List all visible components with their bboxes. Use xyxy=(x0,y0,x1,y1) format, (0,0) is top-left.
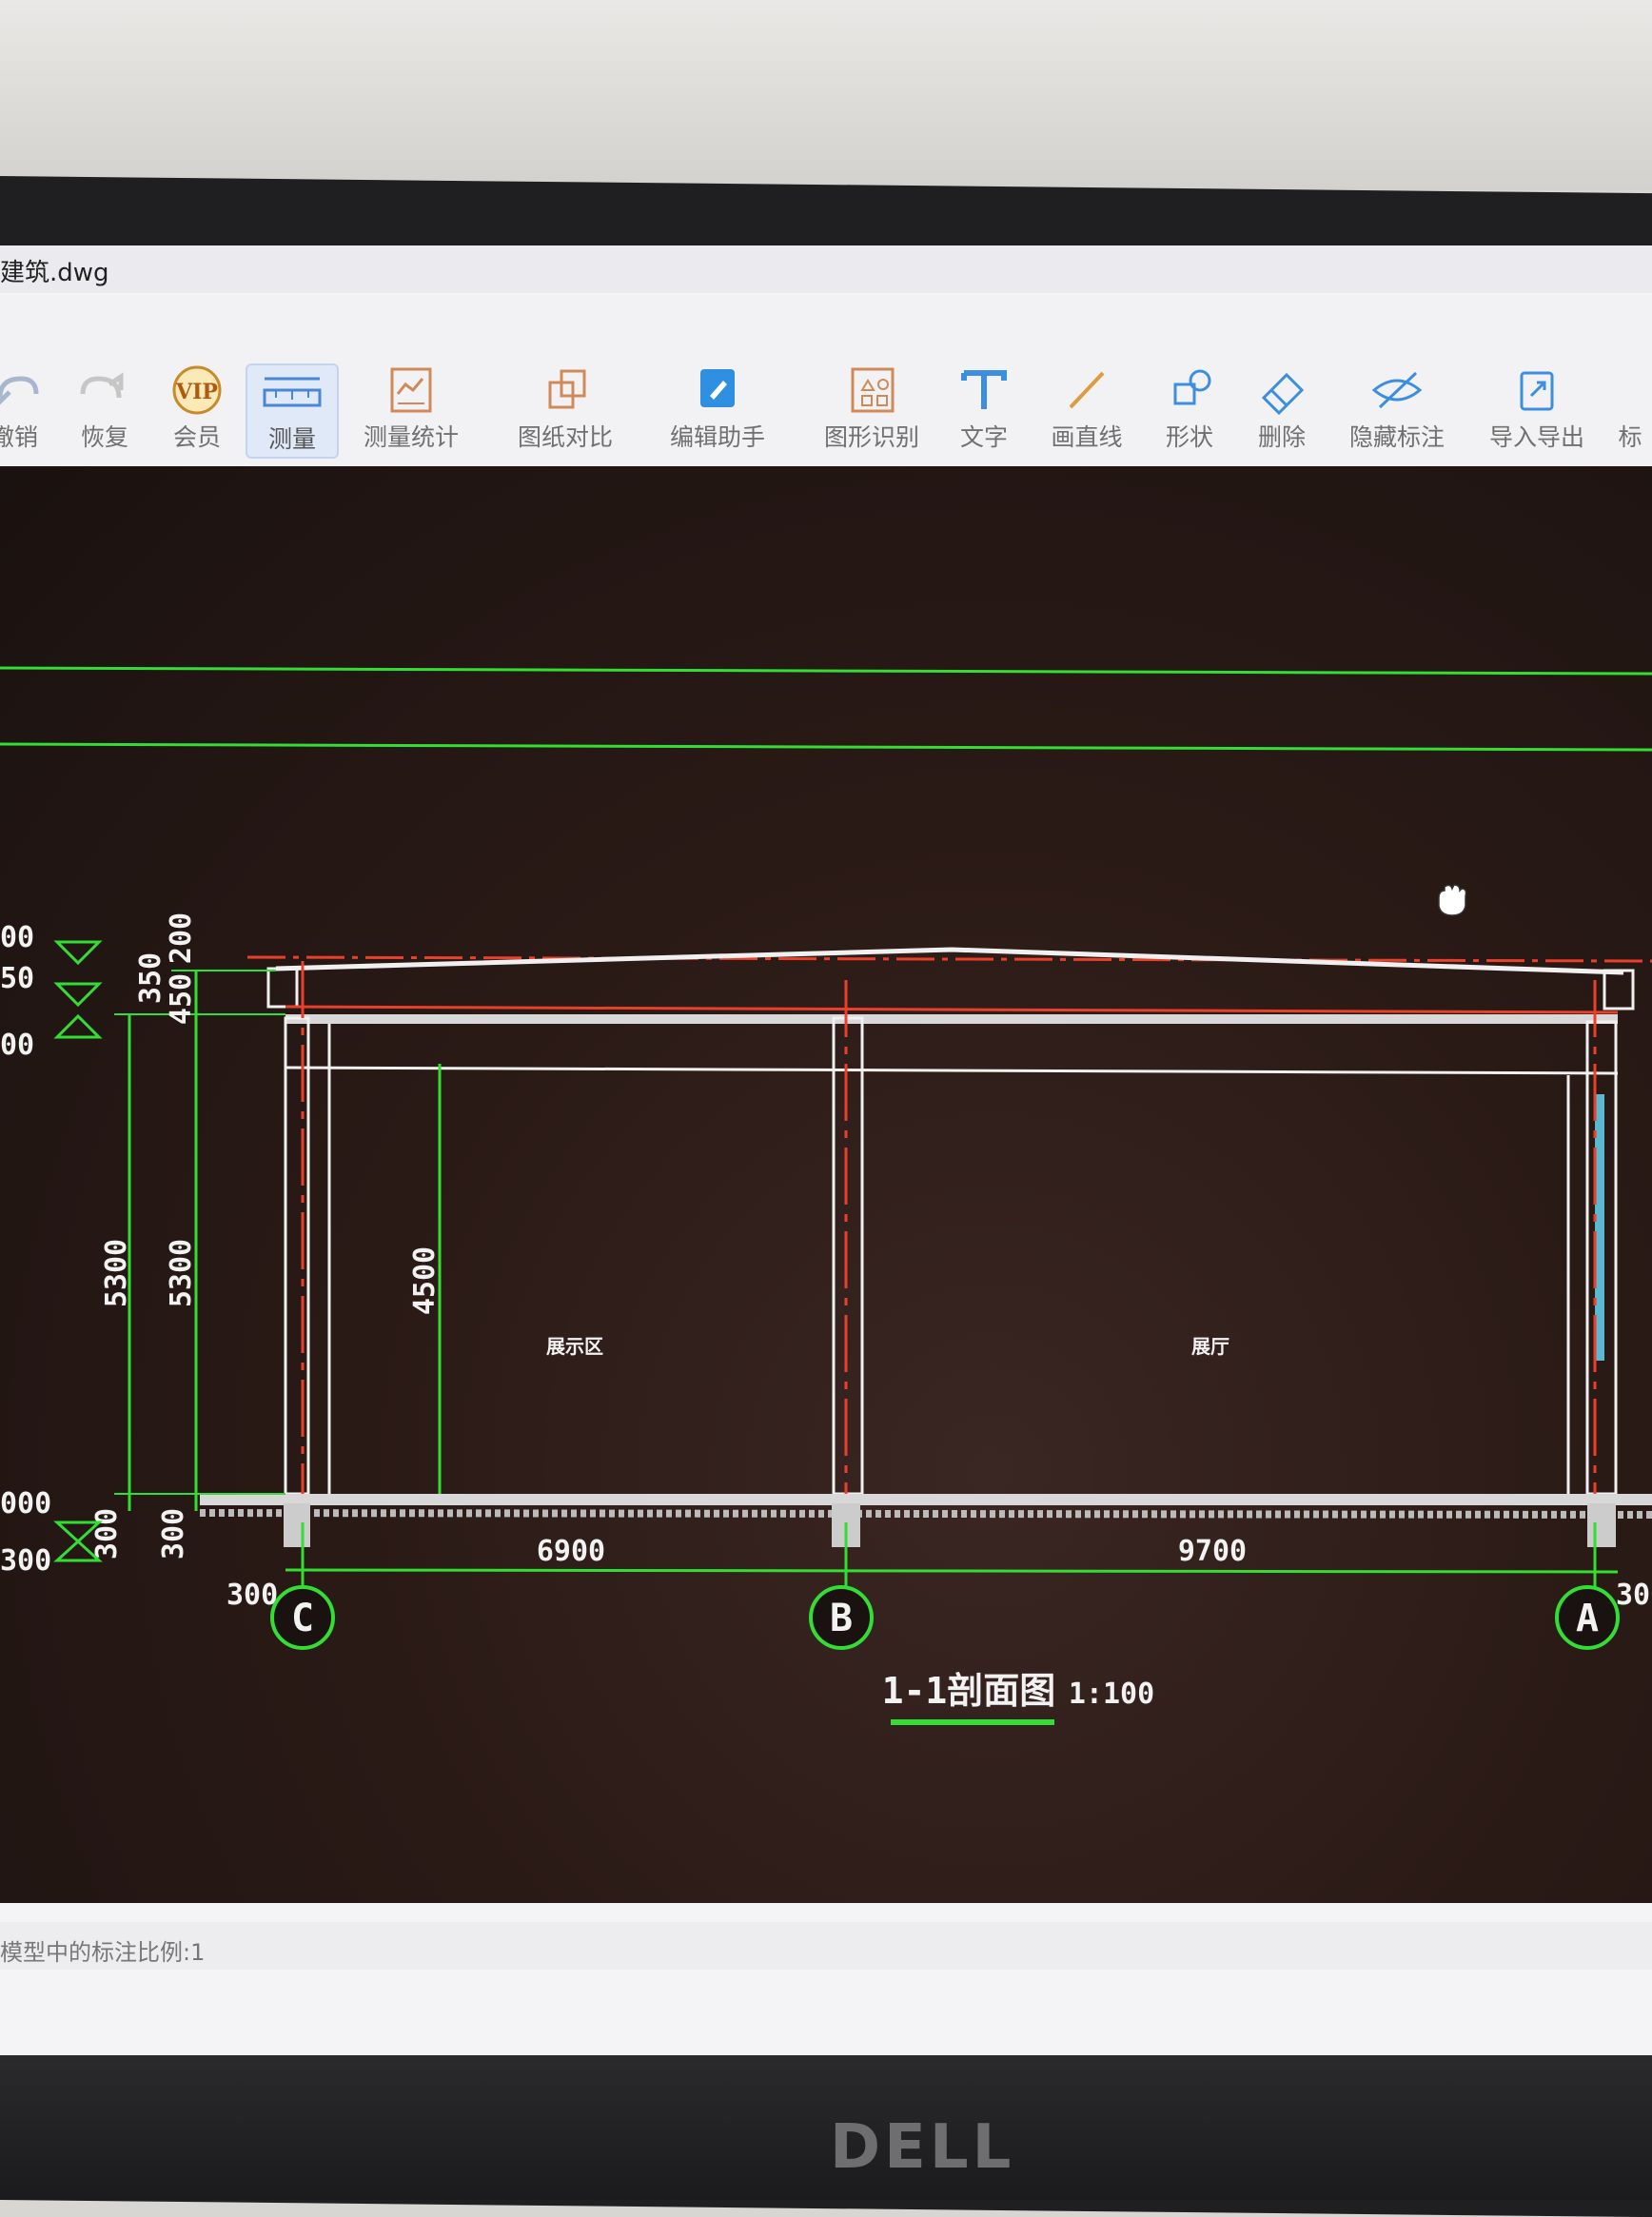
vip-icon: VIP xyxy=(172,365,222,415)
measure-button[interactable]: 测量 xyxy=(246,363,339,459)
guide-line-second xyxy=(0,742,1652,752)
shape-recognition-label: 图形识别 xyxy=(823,423,919,451)
section-drawing: 4500 展示区 展厅 200 350 450 5300 5300 300 30… xyxy=(0,666,1652,1725)
elevation-marker-1 xyxy=(53,940,103,966)
shape-recognition-icon xyxy=(851,367,895,413)
dim-450: 450 xyxy=(165,973,198,1025)
dim-350: 350 xyxy=(134,952,167,1004)
delete-label: 删除 xyxy=(1257,423,1306,451)
measure-stats-icon xyxy=(390,367,432,413)
roof-axis-line xyxy=(246,955,1652,963)
import-export-icon xyxy=(1520,371,1554,411)
elevation-3: 00 xyxy=(0,1029,34,1062)
span-c-b: 6900 xyxy=(537,1535,605,1568)
eraser-icon xyxy=(1261,372,1305,416)
edge-dim-right: 300 xyxy=(1616,1579,1652,1612)
redo-icon xyxy=(80,372,124,399)
dim-200: 200 xyxy=(165,912,198,964)
more-label: 标 xyxy=(1618,423,1642,451)
title-bar: 建筑.dwg xyxy=(0,245,1652,293)
vip-label: 会员 xyxy=(172,423,221,451)
elevation-5: 300 xyxy=(0,1544,51,1578)
line-icon xyxy=(1069,371,1105,409)
axis-label-c: C xyxy=(291,1597,314,1640)
edit-assistant-button[interactable]: 编辑助手 xyxy=(660,363,775,455)
axis-label-b: B xyxy=(830,1597,853,1640)
elevation-2: 50 xyxy=(0,962,34,995)
column-b xyxy=(832,1016,864,1496)
elevation-marker-3 xyxy=(53,1013,103,1039)
beam-bottom-line xyxy=(285,1066,1619,1075)
room-label-right: 展厅 xyxy=(1191,1335,1229,1358)
slab-red-line xyxy=(285,1005,1619,1014)
measure-stats-label: 测量统计 xyxy=(363,423,459,451)
more-icon xyxy=(1608,363,1652,417)
line-label: 画直线 xyxy=(1051,423,1123,451)
hide-annotation-icon xyxy=(1371,371,1423,409)
hide-annotation-button[interactable]: 隐藏标注 xyxy=(1340,363,1454,455)
ground-hatch xyxy=(199,1509,1652,1519)
dim-300-inner: 300 xyxy=(157,1508,190,1560)
status-bar: 模型中的标注比例:1 xyxy=(0,1922,1652,1970)
text-button[interactable]: 文字 xyxy=(932,363,1036,455)
import-export-button[interactable]: 导入导出 xyxy=(1480,363,1594,455)
drawing-scale: 1:100 xyxy=(1069,1677,1154,1711)
toolbar: 撤销 恢复 VIP 会员 测量 测量统计 图纸对比 编辑助手 图形识别 文字 画… xyxy=(0,295,1652,466)
text-icon xyxy=(961,370,1007,409)
screen: 建筑.dwg 撤销 恢复 VIP 会员 测量 测量统计 图纸对比 编辑助手 图形… xyxy=(0,245,1652,2058)
span-b-a: 9700 xyxy=(1178,1535,1247,1568)
redo-label: 恢复 xyxy=(80,423,128,451)
import-export-label: 导入导出 xyxy=(1488,423,1584,451)
shape-icon xyxy=(1173,369,1211,405)
dim-bottom-line xyxy=(285,1568,1619,1574)
edit-assistant-label: 编辑助手 xyxy=(669,423,765,451)
axis-label-a: A xyxy=(1576,1597,1599,1640)
shape-label: 形状 xyxy=(1165,423,1213,451)
compare-button[interactable]: 图纸对比 xyxy=(508,363,622,455)
parapet-right xyxy=(1603,969,1635,1010)
vip-button[interactable]: VIP 会员 xyxy=(145,363,249,455)
compare-icon xyxy=(548,369,586,409)
column-c xyxy=(284,1016,310,1496)
hide-annotation-label: 隐藏标注 xyxy=(1348,423,1445,451)
elevation-marker-2 xyxy=(53,982,103,1008)
delete-button[interactable]: 删除 xyxy=(1229,363,1334,455)
elevation-1: 00 xyxy=(0,921,34,954)
measure-label: 测量 xyxy=(267,425,316,453)
drawing-canvas[interactable]: 4500 展示区 展厅 200 350 450 5300 5300 300 30… xyxy=(0,466,1652,1903)
edge-dim-left: 300 xyxy=(226,1579,278,1612)
line-button[interactable]: 画直线 xyxy=(1034,363,1139,455)
elevation-4: 000 xyxy=(0,1487,51,1521)
roof-profile xyxy=(275,947,1624,975)
measure-icon xyxy=(263,377,322,407)
shape-button[interactable]: 形状 xyxy=(1137,363,1242,455)
status-text: 模型中的标注比例:1 xyxy=(0,1939,206,1966)
monitor-brand-logo: DELL xyxy=(830,2112,1015,2183)
compare-label: 图纸对比 xyxy=(517,423,613,451)
dim-5300-outer: 5300 xyxy=(100,1239,133,1307)
edit-assistant-icon xyxy=(700,369,735,407)
dim-5300-inner: 5300 xyxy=(165,1239,198,1307)
slab xyxy=(285,1014,1618,1024)
redo-button[interactable]: 恢复 xyxy=(52,363,157,455)
parapet-left xyxy=(266,967,299,1009)
pan-cursor-icon xyxy=(1438,884,1467,916)
monitor-bezel-bottom xyxy=(0,2055,1652,2200)
drawing-title: 1-1剖面图 xyxy=(882,1670,1056,1712)
footing-c xyxy=(284,1503,310,1547)
footing-a xyxy=(1587,1503,1616,1547)
more-tool-button[interactable]: 标 xyxy=(1608,363,1652,455)
window-title: 建筑.dwg xyxy=(0,259,109,287)
guide-line-top xyxy=(0,666,1652,676)
shape-recognition-button[interactable]: 图形识别 xyxy=(815,363,929,455)
room-label-left: 展示区 xyxy=(546,1335,603,1358)
measure-stats-button[interactable]: 测量统计 xyxy=(354,363,468,455)
ground-slab xyxy=(200,1494,1652,1505)
text-label: 文字 xyxy=(959,423,1008,451)
dim-inner-height: 4500 xyxy=(408,1246,442,1315)
vip-badge-text: VIP xyxy=(175,380,218,404)
dim-300-outer: 300 xyxy=(90,1508,124,1560)
wall-background xyxy=(0,0,1652,190)
